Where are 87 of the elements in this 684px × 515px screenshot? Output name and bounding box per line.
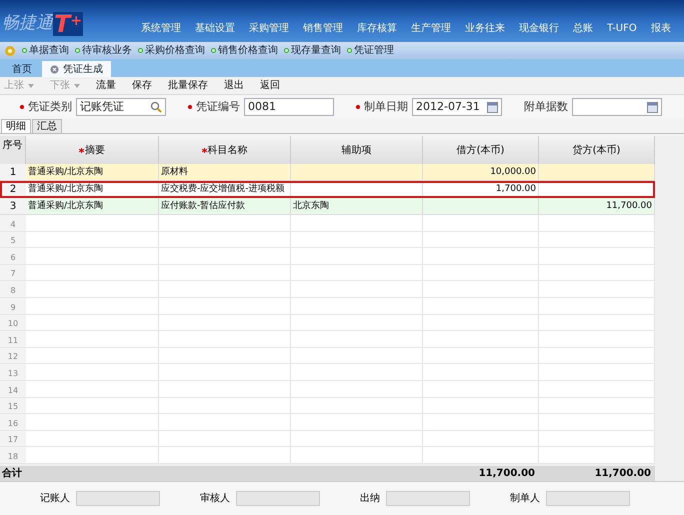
row-number: 6	[10, 252, 16, 264]
toolbar-button[interactable]: 批量保存	[168, 78, 208, 93]
input-field[interactable]	[546, 491, 630, 506]
toolbar-button[interactable]: 流量	[96, 78, 116, 93]
tab[interactable]: 明细	[1, 119, 31, 133]
field-label: 凭证编号	[188, 98, 240, 116]
total-credit: 11,700.00	[594, 467, 652, 481]
calendar-icon[interactable]	[487, 102, 498, 112]
toolbar-button[interactable]: 保存	[132, 78, 152, 93]
column-header-label: 借方(本币)	[456, 144, 504, 158]
row-number: 5	[10, 235, 16, 248]
input-field[interactable]	[386, 491, 470, 506]
input-field[interactable]: 2012-07-31	[412, 98, 502, 116]
field-label: 凭证类别	[20, 98, 72, 116]
row-number: 1	[10, 166, 16, 180]
quick-link[interactable]: 待审核业务	[75, 43, 132, 58]
row-number: 7	[10, 268, 16, 280]
row-number: 11	[8, 334, 18, 347]
quick-link[interactable]: 销售价格查询	[211, 43, 278, 58]
menu-item[interactable]: 业务往来	[464, 21, 506, 36]
quick-link[interactable]: 现存量查询	[284, 43, 341, 58]
logo-mark: T$^{+}$	[53, 12, 84, 36]
row-number: 4	[10, 218, 16, 231]
menu-item[interactable]: 生产管理	[410, 21, 452, 36]
close-icon[interactable]	[50, 64, 59, 74]
toolbar-button[interactable]: 返回	[260, 78, 280, 93]
logo-text: 畅捷通	[2, 12, 53, 34]
input-field[interactable]: 0081	[244, 98, 334, 116]
tab[interactable]: 凭证生成	[42, 61, 111, 77]
row-number: 18	[8, 450, 18, 463]
table-row[interactable]: 1 普通采购/北京东陶 原材料 10,000.00	[0, 164, 655, 181]
row-number: 12	[8, 351, 18, 364]
field-label: 审核人	[200, 492, 230, 506]
input-field[interactable]: 记账凭证	[76, 98, 166, 116]
tab[interactable]: 汇总	[32, 119, 62, 133]
table-cell-text: 1,700.00	[494, 183, 536, 196]
total-debit: 11,700.00	[478, 467, 536, 481]
table-row[interactable]: 2 普通采购/北京东陶 应交税费-应交增值税-进项税额 1,700.00	[0, 181, 655, 198]
menu-item[interactable]: 现金银行	[518, 21, 560, 36]
table-cell-text: 11,700.00	[605, 200, 652, 213]
menu-item[interactable]: 基础设置	[194, 21, 236, 36]
menu-item[interactable]: 总账	[572, 21, 594, 36]
row-number: 10	[8, 318, 18, 330]
column-header-label: 摘要	[85, 144, 105, 158]
total-label: 合计	[1, 466, 23, 481]
column-header-label: 辅助项	[342, 144, 372, 158]
calendar-icon[interactable]	[647, 102, 658, 112]
input-field[interactable]	[236, 491, 320, 506]
column-header-label: 科目名称	[208, 144, 248, 158]
row-number: 17	[8, 434, 18, 446]
column-header-label: 贷方(本币)	[572, 144, 620, 158]
table-cell-text: 普通采购/北京东陶	[28, 165, 104, 179]
table-cell-text: 10,000.00	[489, 166, 536, 179]
row-number: 3	[10, 200, 16, 214]
quick-link[interactable]: 采购价格查询	[138, 43, 205, 58]
row-number: 15	[8, 401, 18, 414]
field-label: 出纳	[360, 492, 380, 506]
field-label: 附单据数	[524, 98, 568, 115]
menu-item[interactable]: 采购管理	[248, 21, 290, 36]
table-cell-text: 应交税费-应交增值税-进项税额	[161, 182, 286, 196]
field-label: 记账人	[40, 492, 70, 506]
input-field[interactable]	[76, 491, 160, 506]
field-label: 制单日期	[356, 98, 408, 116]
quick-link[interactable]: 凭证管理	[347, 43, 394, 58]
menu-item[interactable]: 库存核算	[356, 21, 398, 36]
row-number: 16	[8, 418, 18, 430]
menu-item[interactable]: 报表	[650, 21, 672, 36]
menu-item[interactable]: 系统管理	[140, 21, 182, 36]
row-number: 2	[10, 183, 16, 197]
menu-item[interactable]: 销售管理	[302, 21, 344, 36]
table-cell-text: 北京东陶	[293, 200, 330, 213]
field-label: 制单人	[510, 492, 540, 506]
row-number: 13	[8, 368, 18, 380]
table-cell-text: 原材料	[161, 166, 189, 179]
menu-item[interactable]: T-UFO	[606, 21, 638, 36]
quick-link[interactable]: 单据查询	[22, 43, 69, 58]
search-icon[interactable]	[150, 101, 162, 113]
table-cell-text: 普通采购/北京东陶	[28, 182, 104, 196]
table-row[interactable]: 3 普通采购/北京东陶 应付账款-暂估应付款 北京东陶 11,700.00	[0, 198, 655, 215]
toolbar-button[interactable]: 退出	[224, 78, 244, 93]
row-number: 14	[8, 384, 18, 397]
table-cell-text: 普通采购/北京东陶	[28, 199, 104, 213]
table-cell-text: 应付账款-暂估应付款	[161, 200, 246, 213]
input-field[interactable]	[572, 98, 662, 116]
row-number: 9	[10, 302, 16, 314]
row-number: 8	[10, 284, 16, 297]
tab[interactable]: 首页	[4, 61, 40, 77]
